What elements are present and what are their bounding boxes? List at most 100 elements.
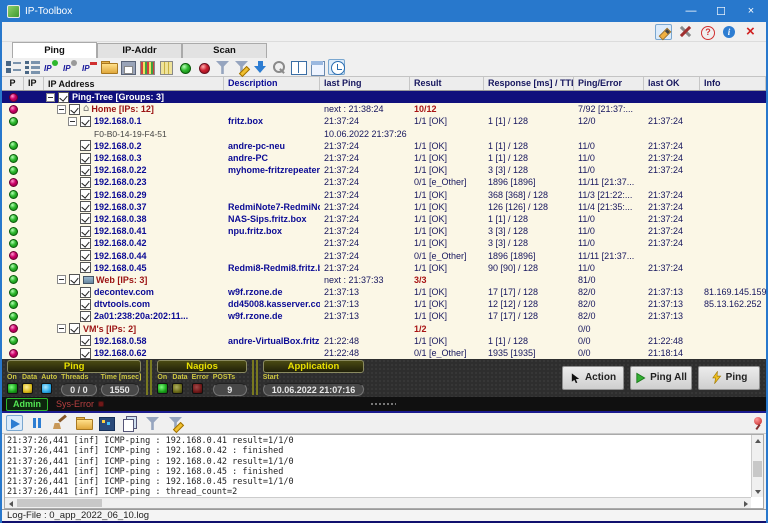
row-checkbox[interactable]: [80, 140, 91, 151]
table-row[interactable]: Ping-Tree [Groups: 3]: [2, 91, 766, 103]
row-checkbox[interactable]: [80, 348, 91, 359]
tools-icon[interactable]: [677, 24, 694, 40]
column-header[interactable]: IP: [24, 77, 44, 90]
row-checkbox[interactable]: [80, 213, 91, 224]
table-row[interactable]: 192.168.0.4221:37:241/1 [OK]3 [3] / 1281…: [2, 237, 766, 249]
clock-icon[interactable]: [328, 59, 345, 75]
ip-delete-icon[interactable]: [81, 59, 98, 75]
tab-scan[interactable]: Scan: [182, 43, 267, 58]
row-checkbox[interactable]: [80, 165, 91, 176]
filter-edit-icon[interactable]: [233, 59, 250, 75]
expand-toggle[interactable]: [68, 117, 77, 126]
log-horizontal-scrollbar[interactable]: [5, 497, 751, 508]
column-header[interactable]: Description: [224, 77, 320, 90]
maximize-button[interactable]: ☐: [706, 0, 736, 22]
columns-colored-icon[interactable]: [138, 59, 155, 75]
table-row[interactable]: Web [IPs: 3]next : 21:37:333/381/0: [2, 274, 766, 286]
edit-pencil-icon[interactable]: [655, 24, 672, 40]
action-button[interactable]: Action: [562, 366, 624, 390]
log-vertical-scrollbar[interactable]: [751, 435, 763, 497]
table-row[interactable]: 192.168.0.41npu.fritz.box21:37:241/1 [OK…: [2, 225, 766, 237]
table-row[interactable]: ⌂Home [IPs: 12]next : 21:38:2410/127/92 …: [2, 103, 766, 115]
filter-edit-icon[interactable]: [167, 415, 184, 431]
row-checkbox[interactable]: [80, 262, 91, 273]
help-icon[interactable]: [699, 24, 716, 40]
row-checkbox[interactable]: [80, 238, 91, 249]
search-icon[interactable]: [271, 59, 288, 75]
table-row[interactable]: 192.168.0.3andre-PC21:37:241/1 [OK]1 [1]…: [2, 152, 766, 164]
row-checkbox[interactable]: [58, 92, 69, 103]
expand-toggle[interactable]: [57, 105, 66, 114]
table-row[interactable]: decontev.comw9f.rzone.de21:37:131/1 [OK]…: [2, 286, 766, 298]
table-row[interactable]: 2a01:238:20a:202:11...w9f.rzone.de21:37:…: [2, 310, 766, 322]
column-header[interactable]: last OK: [644, 77, 700, 90]
led-green-icon[interactable]: [176, 59, 193, 75]
table-row[interactable]: 192.168.0.2921:37:241/1 [OK]368 [368] / …: [2, 189, 766, 201]
row-checkbox[interactable]: [80, 201, 91, 212]
column-header[interactable]: Response [ms] / TTL: [484, 77, 574, 90]
ping-button[interactable]: Ping: [698, 366, 760, 390]
tree-nodes-icon[interactable]: [5, 59, 22, 75]
led-red-icon[interactable]: [195, 59, 212, 75]
tab-ping[interactable]: Ping: [12, 42, 97, 58]
column-header[interactable]: P: [2, 77, 24, 90]
pin-icon[interactable]: [749, 415, 766, 431]
scroll-left-icon[interactable]: [5, 498, 16, 509]
report-icon[interactable]: [309, 59, 326, 75]
minimize-button[interactable]: —: [676, 0, 706, 22]
expand-toggle[interactable]: [46, 93, 55, 102]
tab-admin[interactable]: Admin: [6, 398, 48, 411]
scroll-right-icon[interactable]: [740, 498, 751, 509]
scroll-up-icon[interactable]: [752, 435, 763, 446]
tree-list-icon[interactable]: [24, 59, 41, 75]
row-checkbox[interactable]: [80, 287, 91, 298]
folder-open-icon[interactable]: [100, 59, 117, 75]
table-row[interactable]: 192.168.0.37RedmiNote7-RedmiNote....21:3…: [2, 201, 766, 213]
column-header[interactable]: Info: [700, 77, 766, 90]
ping-all-button[interactable]: Ping All: [630, 366, 692, 390]
table-row[interactable]: 192.168.0.1fritz.box21:37:241/1 [OK]1 [1…: [2, 115, 766, 127]
info-icon[interactable]: [721, 24, 738, 40]
vertical-scroll-thumb[interactable]: [753, 461, 762, 477]
ip-edit-icon[interactable]: [62, 59, 79, 75]
row-checkbox[interactable]: [80, 226, 91, 237]
table-row[interactable]: 192.168.0.6221:22:480/1 [e_Other]1935 [1…: [2, 347, 766, 359]
tab-sys-error[interactable]: Sys-Error: [56, 399, 104, 409]
table-row[interactable]: VM's [IPs: 2]1/20/0: [2, 323, 766, 335]
copy-icon[interactable]: [121, 415, 138, 431]
column-header[interactable]: IP Address: [44, 77, 224, 90]
column-header[interactable]: last Ping: [320, 77, 410, 90]
column-header[interactable]: Result: [410, 77, 484, 90]
table-row[interactable]: 192.168.0.4421:37:240/1 [e_Other]1896 [1…: [2, 249, 766, 261]
ip-add-icon[interactable]: [43, 59, 60, 75]
expand-toggle[interactable]: [57, 324, 66, 333]
row-checkbox[interactable]: [80, 189, 91, 200]
table-row[interactable]: 192.168.0.58andre-VirtualBox.fritz.box21…: [2, 335, 766, 347]
expand-toggle[interactable]: [57, 275, 66, 284]
pause-icon[interactable]: [29, 415, 46, 431]
table-row[interactable]: F0-B0-14-19-F4-5110.06.2022 21:37:26: [2, 128, 766, 140]
exit-icon[interactable]: [743, 24, 760, 40]
row-checkbox[interactable]: [69, 274, 80, 285]
play-icon[interactable]: [6, 415, 23, 431]
row-checkbox[interactable]: [80, 299, 91, 310]
save-icon[interactable]: [119, 59, 136, 75]
columns-plain-icon[interactable]: [157, 59, 174, 75]
row-checkbox[interactable]: [69, 104, 80, 115]
filter-icon[interactable]: [214, 59, 231, 75]
folder-open-icon[interactable]: [75, 415, 92, 431]
table-row[interactable]: 192.168.0.22myhome-fritzrepeater.fr...21…: [2, 164, 766, 176]
row-checkbox[interactable]: [80, 311, 91, 322]
row-checkbox[interactable]: [80, 153, 91, 164]
row-checkbox[interactable]: [80, 335, 91, 346]
tab-ip-addr[interactable]: IP-Addr: [97, 43, 182, 58]
table-row[interactable]: 192.168.0.2andre-pc-neu21:37:241/1 [OK]1…: [2, 140, 766, 152]
image-icon[interactable]: [98, 415, 115, 431]
log-book-icon[interactable]: [290, 59, 307, 75]
table-row[interactable]: dtvtools.comdd45008.kasserver.com21:37:1…: [2, 298, 766, 310]
row-checkbox[interactable]: [69, 323, 80, 334]
column-header[interactable]: Ping/Error: [574, 77, 644, 90]
row-checkbox[interactable]: [80, 177, 91, 188]
horizontal-scroll-thumb[interactable]: [17, 499, 102, 507]
filter-icon[interactable]: [144, 415, 161, 431]
